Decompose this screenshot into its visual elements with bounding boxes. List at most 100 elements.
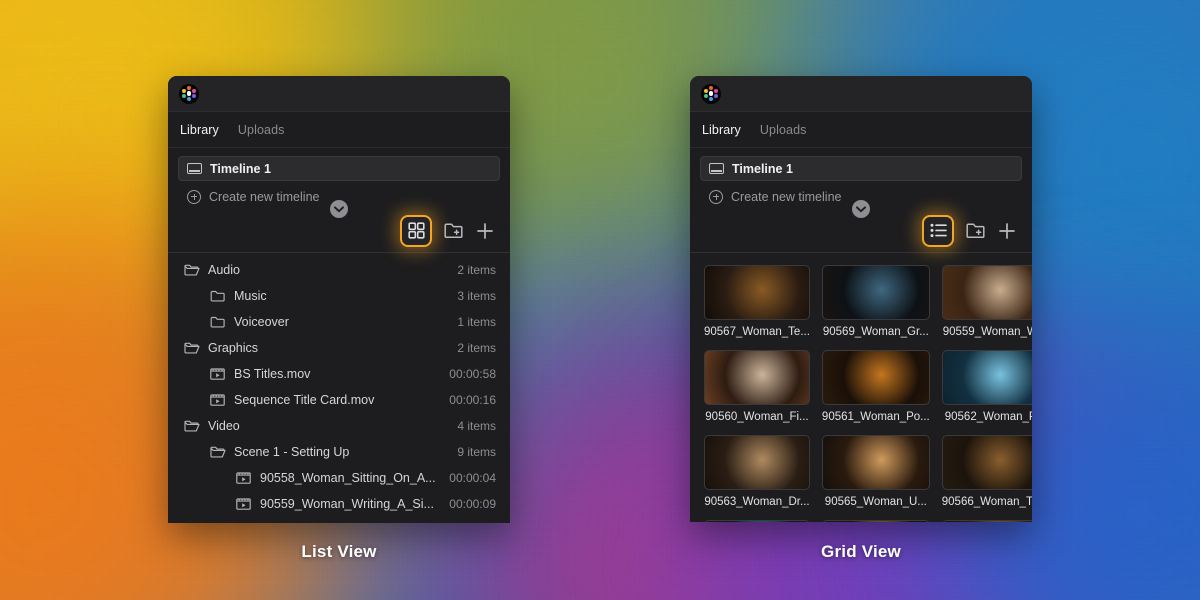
create-new-timeline-label: Create new timeline [209,189,320,204]
chevron-down-icon [856,205,866,212]
thumbnail-label: 90559_Woman_W... [942,326,1032,338]
caption-grid-view: Grid View [821,542,901,561]
thumbnail-label: 90563_Woman_Dr... [704,496,810,508]
grid-item[interactable]: 90563_Woman_Dr... [704,435,810,508]
thumbnail-image [704,265,810,320]
grid-item[interactable]: 90567_Woman_Te... [704,265,810,338]
folder-open-icon [184,342,200,354]
new-folder-button[interactable] [964,220,986,242]
list-item-label: Scene 1 - Setting Up [234,445,350,459]
timeline-section-list: Timeline 1 Create new timeline [168,148,510,218]
list-item-meta: 00:00:09 [449,497,496,511]
screenshot-root: Library Uploads Timeline 1 Create new ti… [0,0,1200,600]
grid-item[interactable]: 90565_Woman_U... [821,435,930,508]
clip-icon [210,368,225,380]
thumbnail-label: 90565_Woman_U... [824,496,927,508]
thumbnail-image [704,350,810,405]
grid-item[interactable]: 90561_Woman_Po... [821,350,930,423]
thumbnail-image [941,265,1032,320]
clip-icon [210,394,225,406]
grid-view-panel: Library Uploads Timeline 1 Create new ti… [690,76,1032,522]
list-item-meta: 00:00:16 [449,393,496,407]
clip-icon [236,472,251,484]
folder-open-icon [184,341,200,355]
timeline-section-grid: Timeline 1 Create new timeline [690,148,1032,218]
grid-item[interactable] [941,520,1032,522]
folder-open-icon [184,264,200,276]
plus-icon [999,222,1015,239]
grid-view-toggle-button[interactable] [400,214,432,247]
list-item-label: Video [208,419,240,433]
list-item-label: 90559_Woman_Writing_A_Si... [260,497,434,511]
tab-uploads[interactable]: Uploads [238,123,285,137]
grid-item[interactable]: 90560_Woman_Fi... [704,350,810,423]
folder-icon [210,290,225,302]
plus-circle-icon [709,189,723,204]
list-item[interactable]: Music 3 items [168,283,510,309]
thumbnail-label: 90562_Woman_P... [944,411,1032,423]
library-item-list[interactable]: Audio 2 items Music 3 items Voiceover 1 items… [168,253,510,517]
thumbnail-image [704,435,810,490]
thumbnail-image [941,520,1032,522]
chevron-down-icon [334,205,344,212]
tab-library[interactable]: Library [702,123,741,137]
app-logo-icon [701,83,721,104]
thumbnail-image [941,435,1032,490]
new-folder-icon [965,223,985,238]
new-folder-icon [443,223,463,238]
clip-icon [210,393,226,407]
caption-list-view: List View [301,542,377,561]
tabbar-list: Library Uploads [168,112,510,148]
timeline-item-selected[interactable]: Timeline 1 [178,156,500,181]
timeline-item-selected[interactable]: Timeline 1 [700,156,1022,181]
list-item-meta: 1 items [457,315,496,329]
list-item[interactable]: Video 4 items [168,413,510,439]
expand-collapse-chevron-button[interactable] [852,200,870,218]
thumbnail-image [821,520,930,522]
timeline-label: Timeline 1 [732,161,793,176]
grid-item[interactable]: 90566_Woman_Te... [941,435,1032,508]
list-item-label: Sequence Title Card.mov [234,393,375,407]
tab-library[interactable]: Library [180,123,219,137]
thumbnail-image [821,350,930,405]
grid-item[interactable]: 90559_Woman_W... [941,265,1032,338]
grid-item[interactable]: 90569_Woman_Gr... [821,265,930,338]
list-item[interactable]: Sequence Title Card.mov 00:00:16 [168,387,510,413]
list-item-label: Music [234,289,267,303]
folder-open-icon [184,263,200,277]
plus-circle-icon [187,189,201,204]
list-item[interactable]: Graphics 2 items [168,335,510,361]
folder-open-icon [210,446,226,458]
list-item[interactable]: Audio 2 items [168,257,510,283]
list-item-label: 90558_Woman_Sitting_On_A... [260,471,436,485]
timeline-label: Timeline 1 [210,161,271,176]
new-folder-button[interactable] [442,220,464,242]
add-button[interactable] [474,220,496,242]
list-item[interactable]: 90559_Woman_Writing_A_Si... 00:00:09 [168,491,510,517]
add-button[interactable] [996,220,1018,242]
folder-icon [210,316,225,328]
clip-icon [236,498,251,510]
folder-icon [210,315,226,329]
tab-uploads[interactable]: Uploads [760,123,807,137]
list-item[interactable]: 90558_Woman_Sitting_On_A... 00:00:04 [168,465,510,491]
list-view-toggle-button[interactable] [922,214,954,247]
thumbnail-label: 90561_Woman_Po... [821,411,930,423]
grid-item[interactable]: 90562_Woman_P... [941,350,1032,423]
list-item-meta: 00:00:58 [449,367,496,381]
list-item[interactable]: BS Titles.mov 00:00:58 [168,361,510,387]
list-view-panel: Library Uploads Timeline 1 Create new ti… [168,76,510,523]
expand-collapse-chevron-button[interactable] [330,200,348,218]
list-item-meta: 4 items [457,419,496,433]
folder-icon [210,289,226,303]
list-item-meta: 2 items [457,341,496,355]
grid-item[interactable] [821,520,930,522]
library-thumbnail-grid[interactable]: 90567_Woman_Te... 90569_Woman_Gr... 90559_… [690,253,1032,522]
list-item[interactable]: Voiceover 1 items [168,309,510,335]
grid-view-icon [407,222,425,239]
list-item[interactable]: Scene 1 - Setting Up 9 items [168,439,510,465]
grid-item[interactable] [704,520,810,522]
thumbnail-image [821,435,930,490]
clip-icon [236,471,252,485]
thumbnail-image [941,350,1032,405]
